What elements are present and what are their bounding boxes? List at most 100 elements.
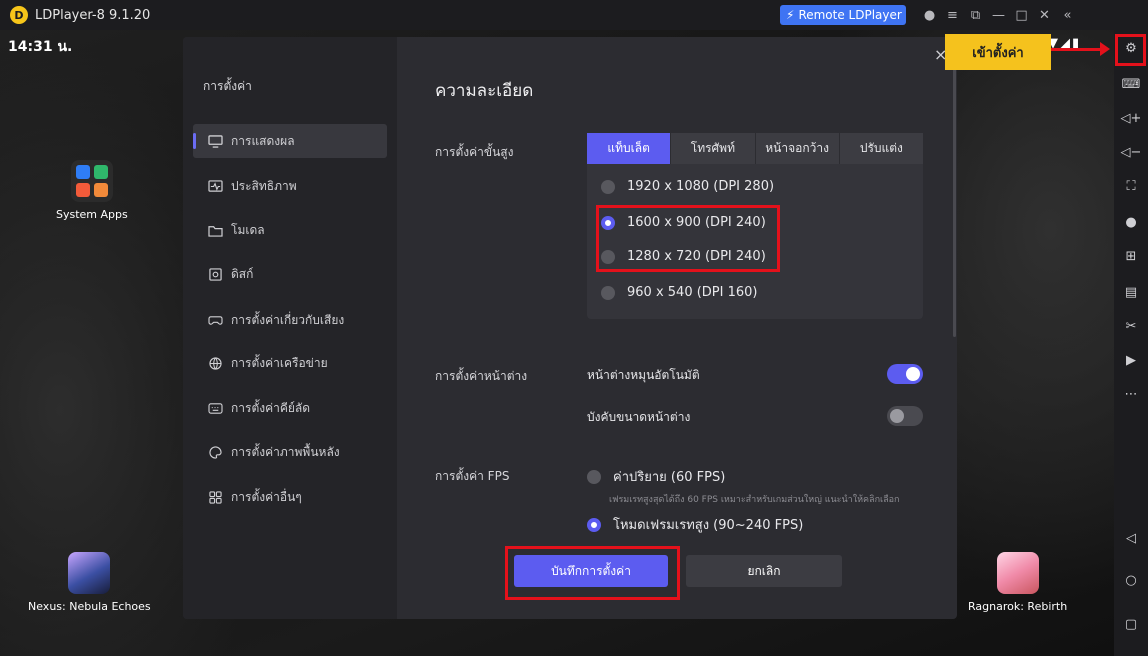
status-time: 14:31 น.	[8, 39, 73, 55]
lightning-icon: ⚡	[786, 8, 795, 22]
home-icon[interactable]: ○	[1114, 568, 1148, 592]
folder-icon	[207, 223, 223, 237]
fps-option-default[interactable]: ค่าปริยาย (60 FPS)	[587, 466, 725, 487]
radio-button[interactable]	[601, 179, 615, 194]
fps-settings-label: การตั้งค่า FPS	[435, 469, 510, 483]
auto-rotate-toggle[interactable]	[887, 364, 923, 384]
remote-ldplayer-label: Remote LDPlayer	[798, 8, 902, 22]
force-size-toggle[interactable]	[887, 406, 923, 426]
fps-default-description: เฟรมเรทสูงสุดได้ถึง 60 FPS เหมาะสำหรับเก…	[609, 495, 900, 505]
nav-item-label: การตั้งค่าอื่นๆ	[231, 489, 302, 504]
tab-widescreen[interactable]: หน้าจอกว้าง	[755, 133, 839, 164]
keyboard-icon	[207, 401, 223, 415]
radio-button[interactable]	[601, 285, 615, 300]
window-controls: ● ≡ ⧉ — □ ✕ «	[918, 0, 1079, 30]
nav-item-label: การตั้งค่าเครือข่าย	[231, 355, 328, 370]
resolution-label: 960 x 540 (DPI 160)	[627, 285, 758, 300]
nav-item-wallpaper[interactable]: การตั้งค่าภาพพื้นหลัง	[193, 435, 387, 469]
callout-arrow	[1051, 48, 1105, 51]
tab-phone[interactable]: โทรศัพท์	[671, 133, 755, 164]
more-icon[interactable]: ⋯	[1114, 382, 1148, 406]
resolution-section-title: ความละเอียด	[435, 81, 534, 101]
desktop-app-nexus[interactable]: Nexus: Nebula Echoes	[28, 552, 151, 613]
radio-button[interactable]	[587, 469, 601, 484]
radio-button-selected[interactable]	[587, 517, 601, 532]
globe-icon	[207, 356, 223, 370]
nav-item-label: ดิสก์	[231, 266, 254, 281]
cancel-button[interactable]: ยกเลิก	[686, 555, 842, 587]
nav-item-other[interactable]: การตั้งค่าอื่นๆ	[193, 480, 387, 514]
location-icon[interactable]: ●	[1114, 210, 1148, 234]
settings-dialog: การตั้งค่า การแสดงผล ประสิทธิภาพ โมเดล ด…	[183, 37, 957, 619]
nav-item-performance[interactable]: ประสิทธิภาพ	[193, 169, 387, 203]
ragnarok-game-icon	[996, 552, 1039, 594]
collapse-icon[interactable]: «	[1056, 8, 1079, 23]
minimize-icon[interactable]: —	[987, 8, 1010, 23]
monitor-icon	[207, 134, 223, 148]
settings-scrollbar[interactable]	[953, 47, 956, 337]
record-icon[interactable]: ▶	[1114, 348, 1148, 372]
window-titlebar: D LDPlayer-8 9.1.20 ⚡ Remote LDPlayer ● …	[0, 0, 1148, 30]
fps-default-label: ค่าปริยาย (60 FPS)	[613, 470, 726, 485]
nav-item-label: ประสิทธิภาพ	[231, 178, 297, 193]
nav-item-label: การตั้งค่าภาพพื้นหลัง	[231, 444, 340, 459]
account-icon[interactable]: ●	[918, 8, 941, 23]
window-title: LDPlayer-8 9.1.20	[35, 7, 151, 23]
callout-arrow-head	[1100, 42, 1110, 56]
resolution-option[interactable]: 960 x 540 (DPI 160)	[601, 285, 758, 300]
window-settings-label: การตั้งค่าหน้าต่าง	[435, 369, 528, 383]
nav-item-label: โมเดล	[231, 222, 265, 237]
restore-icon[interactable]: ⧉	[964, 8, 987, 23]
grid-icon	[207, 490, 223, 504]
remote-ldplayer-button[interactable]: ⚡ Remote LDPlayer	[780, 5, 906, 25]
desktop-app-system-apps[interactable]: System Apps	[56, 160, 128, 221]
palette-icon	[207, 445, 223, 459]
fps-high-label: โหมดเฟรมเรทสูง (90~240 FPS)	[613, 518, 804, 533]
nav-item-audio[interactable]: การตั้งค่าเกี่ยวกับเสียง	[193, 303, 387, 337]
desktop-app-label: Nexus: Nebula Echoes	[28, 600, 151, 613]
nav-item-model[interactable]: โมเดล	[193, 213, 387, 247]
performance-icon	[207, 179, 223, 193]
nav-item-shortcuts[interactable]: การตั้งค่าคีย์ลัด	[193, 391, 387, 425]
tab-tablet[interactable]: แท็บเล็ต	[587, 133, 671, 164]
auto-rotate-label: หน้าต่างหมุนอัตโนมัติ	[587, 368, 700, 382]
nav-item-network[interactable]: การตั้งค่าเครือข่าย	[193, 346, 387, 380]
settings-sidebar: การตั้งค่า การแสดงผล ประสิทธิภาพ โมเดล ด…	[183, 37, 397, 619]
volume-up-icon[interactable]: ◁+	[1114, 106, 1148, 130]
desktop-app-ragnarok[interactable]: Ragnarok: Rebirth	[968, 552, 1067, 613]
fps-option-high[interactable]: โหมดเฟรมเรทสูง (90~240 FPS)	[587, 514, 803, 535]
nav-item-display[interactable]: การแสดงผล	[193, 124, 387, 158]
recents-icon[interactable]: ▢	[1114, 612, 1148, 636]
resolution-tabs: แท็บเล็ต โทรศัพท์ หน้าจอกว้าง ปรับแต่ง	[587, 133, 923, 164]
tab-custom[interactable]: ปรับแต่ง	[839, 133, 923, 164]
keyboard-icon[interactable]: ⌨	[1114, 72, 1148, 96]
menu-icon[interactable]: ≡	[941, 8, 964, 23]
highlight-settings-box	[1115, 34, 1146, 66]
ldplayer-logo-icon: D	[10, 6, 28, 24]
advanced-settings-label: การตั้งค่าขั้นสูง	[435, 145, 514, 159]
settings-callout: เข้าตั้งค่า	[945, 34, 1051, 70]
system-apps-icon	[70, 160, 113, 202]
right-sidebar: ⚙ ⌨ ◁+ ◁− ⛶ ● ⊞ ▤ ✂ ▶ ⋯ ◁ ○ ▢	[1114, 30, 1148, 656]
disk-icon	[207, 267, 223, 281]
volume-down-icon[interactable]: ◁−	[1114, 140, 1148, 164]
resolution-option[interactable]: 1920 x 1080 (DPI 280)	[601, 179, 774, 194]
highlight-save-box	[505, 546, 680, 600]
desktop-app-label: Ragnarok: Rebirth	[968, 600, 1068, 613]
add-app-icon[interactable]: ⊞	[1114, 244, 1148, 268]
gamepad-icon	[207, 313, 223, 327]
nav-item-label: การแสดงผล	[231, 133, 295, 148]
nexus-game-icon	[68, 552, 111, 594]
force-size-label: บังคับขนาดหน้าต่าง	[587, 410, 691, 424]
nav-item-label: การตั้งค่าเกี่ยวกับเสียง	[231, 312, 345, 327]
apk-icon[interactable]: ▤	[1114, 280, 1148, 304]
settings-sidebar-title: การตั้งค่า	[203, 79, 252, 93]
scissors-icon[interactable]: ✂	[1114, 314, 1148, 338]
back-icon[interactable]: ◁	[1114, 526, 1148, 550]
maximize-icon[interactable]: □	[1010, 8, 1033, 23]
desktop-app-label: System Apps	[56, 208, 128, 221]
close-icon[interactable]: ✕	[1033, 8, 1056, 23]
highlight-resolution-box	[596, 205, 780, 272]
nav-item-disk[interactable]: ดิสก์	[193, 257, 387, 291]
fullscreen-icon[interactable]: ⛶	[1114, 174, 1148, 198]
